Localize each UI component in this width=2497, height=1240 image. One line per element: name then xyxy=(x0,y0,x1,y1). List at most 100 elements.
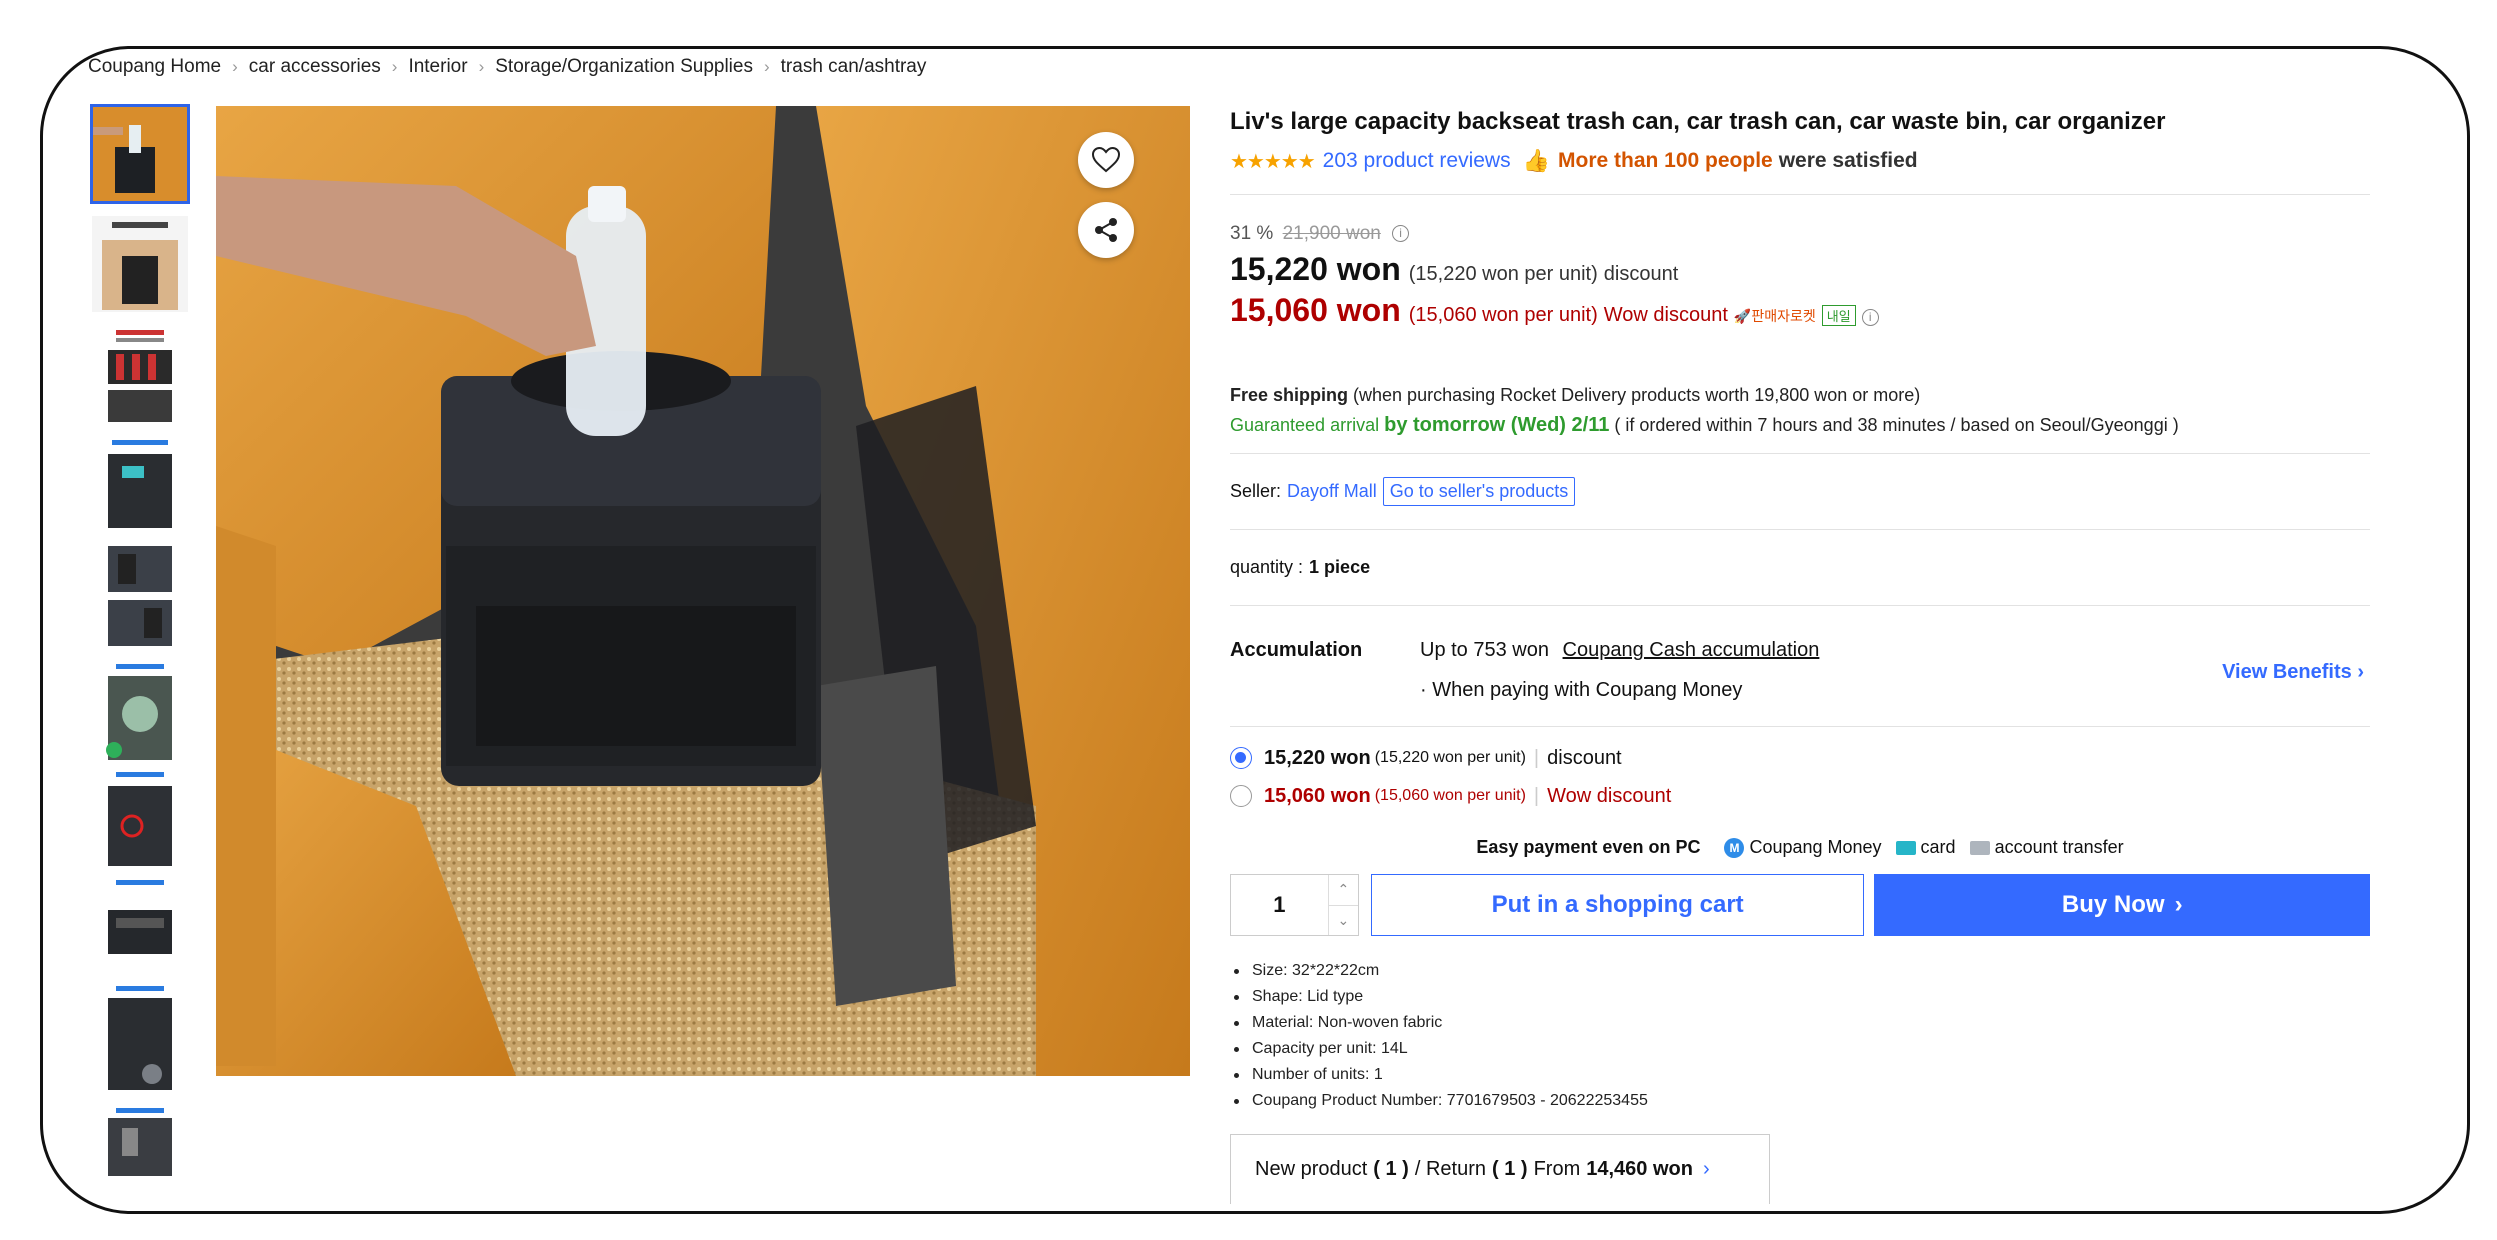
product-info-panel: Liv's large capacity backseat trash can,… xyxy=(1230,100,2370,1204)
thumbs-up-icon: 👍 xyxy=(1522,148,1550,173)
spec-item: Size: 32*22*22cm xyxy=(1230,958,2370,984)
accumulation-section: Accumulation Up to 753 won Coupang Cash … xyxy=(1230,606,2370,726)
seller-row: Seller: Dayoff Mall Go to seller's produ… xyxy=(1230,454,2370,529)
chevron-down-icon[interactable]: ⌄ xyxy=(1329,906,1358,936)
account-transfer-method: account transfer xyxy=(1969,837,2124,858)
breadcrumb-interior[interactable]: Interior xyxy=(408,56,467,78)
chevron-right-icon: › xyxy=(1702,1158,1710,1180)
seller-products-button[interactable]: Go to seller's products xyxy=(1382,477,1576,506)
seller-label: Seller: xyxy=(1230,481,1282,501)
wow-price-unit: (15,060 won per unit) xyxy=(1408,304,1598,326)
sale-price-row: 15,220 won (15,220 won per unit) discoun… xyxy=(1230,251,2370,288)
option-price: 15,220 won xyxy=(1264,746,1371,769)
card-label: card xyxy=(1920,837,1956,857)
buy-now-button[interactable]: Buy Now › xyxy=(1874,874,2370,936)
thumbnail-4[interactable] xyxy=(90,434,190,534)
account-transfer-label: account transfer xyxy=(1994,837,2124,857)
payment-methods-row: Easy payment even on PC M Coupang Money … xyxy=(1230,837,2370,858)
thumbnail-10[interactable] xyxy=(90,1104,190,1180)
satisfied-text: were satisfied xyxy=(1778,149,1918,172)
card-icon xyxy=(1895,840,1916,855)
coupang-money-icon: M xyxy=(1724,837,1745,858)
sale-price-unit: (15,220 won per unit) xyxy=(1408,263,1598,285)
spec-list: Size: 32*22*22cm Shape: Lid type Materia… xyxy=(1230,958,2370,1114)
rating-row: ★★★★★ 203 product reviews 👍 More than 10… xyxy=(1230,148,2370,174)
chevron-right-icon: › xyxy=(391,57,398,76)
thumbnail-8[interactable] xyxy=(90,876,190,980)
add-to-cart-button[interactable]: Put in a shopping cart xyxy=(1370,874,1865,936)
divider xyxy=(1230,194,2370,195)
quantity-label: quantity : xyxy=(1230,557,1304,577)
from-price: 14,460 won xyxy=(1586,1158,1693,1180)
payment-label: Easy payment even on PC xyxy=(1476,837,1701,857)
arrival-row: Guaranteed arrival by tomorrow (Wed) 2/1… xyxy=(1230,414,2370,437)
thumbnail-6[interactable] xyxy=(90,660,190,764)
quantity-value: 1 piece xyxy=(1309,557,1371,577)
accumulation-amount: Up to 753 won xyxy=(1420,639,1549,661)
chevron-right-icon: › xyxy=(232,57,238,76)
thumbnail-7[interactable] xyxy=(90,768,190,872)
new-product-count: ( 1 ) xyxy=(1373,1158,1409,1180)
original-price: 21,900 won xyxy=(1282,223,1381,244)
price-option-wow[interactable]: 15,060 won (15,060 won per unit) | Wow d… xyxy=(1230,777,2370,815)
tomorrow-badge: 내일 xyxy=(1821,305,1856,326)
chevron-right-icon: › xyxy=(478,57,485,76)
chevron-right-icon: › xyxy=(2357,661,2364,683)
option-separator: | xyxy=(1533,746,1540,769)
thumbnail-3[interactable] xyxy=(90,324,190,428)
breadcrumb-car-accessories[interactable]: car accessories xyxy=(249,56,381,78)
option-price: 15,060 won xyxy=(1264,784,1371,807)
main-product-image[interactable] xyxy=(216,106,1190,1076)
coupang-cash-link[interactable]: Coupang Cash accumulation xyxy=(1563,639,1820,661)
info-icon[interactable]: i xyxy=(1392,225,1410,243)
price-option-discount[interactable]: 15,220 won (15,220 won per unit) | disco… xyxy=(1230,739,2370,777)
breadcrumb: Coupang Home › car accessories › Interio… xyxy=(88,56,926,78)
radio-button[interactable] xyxy=(1230,785,1252,807)
original-price-row: 31 % 21,900 won i xyxy=(1230,223,2370,245)
arrival-note: ( if ordered within 7 hours and 38 minut… xyxy=(1614,415,2179,435)
heart-icon[interactable] xyxy=(1078,132,1134,188)
divider xyxy=(1230,726,2370,727)
spec-item: Coupang Product Number: 7701679503 - 206… xyxy=(1230,1088,2370,1114)
quantity-stepper: 1 ⌃ ⌄ xyxy=(1230,874,1359,936)
free-shipping-row: Free shipping (when purchasing Rocket De… xyxy=(1230,385,2370,406)
review-count-link[interactable]: 203 product reviews xyxy=(1323,149,1511,173)
chevron-right-icon: › xyxy=(2174,891,2183,918)
thumbnail-2[interactable] xyxy=(90,214,190,314)
new-product-return-link[interactable]: New product ( 1 ) / Return ( 1 ) From 14… xyxy=(1230,1134,1770,1204)
seller-name-link[interactable]: Dayoff Mall xyxy=(1287,481,1377,502)
return-label: / Return xyxy=(1414,1158,1486,1180)
breadcrumb-trash-can[interactable]: trash can/ashtray xyxy=(781,56,927,78)
option-label: discount xyxy=(1547,746,1622,769)
thumbnail-5[interactable] xyxy=(90,540,190,652)
return-count: ( 1 ) xyxy=(1492,1158,1528,1180)
chevron-up-icon[interactable]: ⌃ xyxy=(1328,875,1358,906)
sale-price: 15,220 won xyxy=(1230,251,1401,287)
thumbnail-1[interactable] xyxy=(90,104,190,204)
new-product-label: New product xyxy=(1255,1158,1368,1180)
spec-item: Material: Non-woven fabric xyxy=(1230,1010,2370,1036)
spec-item: Number of units: 1 xyxy=(1230,1062,2370,1088)
thumbnail-9[interactable] xyxy=(90,982,190,1094)
arrival-date: by tomorrow (Wed) 2/11 xyxy=(1384,414,1610,436)
option-separator: | xyxy=(1533,784,1540,807)
card-method: card xyxy=(1895,837,1956,858)
quantity-input[interactable]: 1 xyxy=(1231,875,1328,935)
view-benefits-label: View Benefits xyxy=(2222,661,2352,683)
bank-icon xyxy=(1969,840,1990,855)
breadcrumb-storage[interactable]: Storage/Organization Supplies xyxy=(495,56,753,78)
purchase-row: 1 ⌃ ⌄ Put in a shopping cart Buy Now › xyxy=(1230,874,2370,936)
wow-price: 15,060 won xyxy=(1230,292,1401,328)
coupang-money-method: M Coupang Money xyxy=(1724,837,1882,858)
chevron-right-icon: › xyxy=(763,57,770,76)
view-benefits-link[interactable]: View Benefits › xyxy=(2222,661,2364,684)
info-icon[interactable]: i xyxy=(1861,309,1879,326)
product-title: Liv's large capacity backseat trash can,… xyxy=(1230,108,2166,135)
share-icon[interactable] xyxy=(1078,202,1134,258)
coupang-money-label: Coupang Money xyxy=(1749,837,1882,857)
radio-button-selected[interactable] xyxy=(1230,747,1252,769)
star-rating-icon: ★★★★★ xyxy=(1230,150,1316,173)
breadcrumb-home[interactable]: Coupang Home xyxy=(88,56,221,78)
wow-price-label: Wow discount xyxy=(1603,304,1728,326)
free-shipping-note: (when purchasing Rocket Delivery product… xyxy=(1353,385,1921,405)
